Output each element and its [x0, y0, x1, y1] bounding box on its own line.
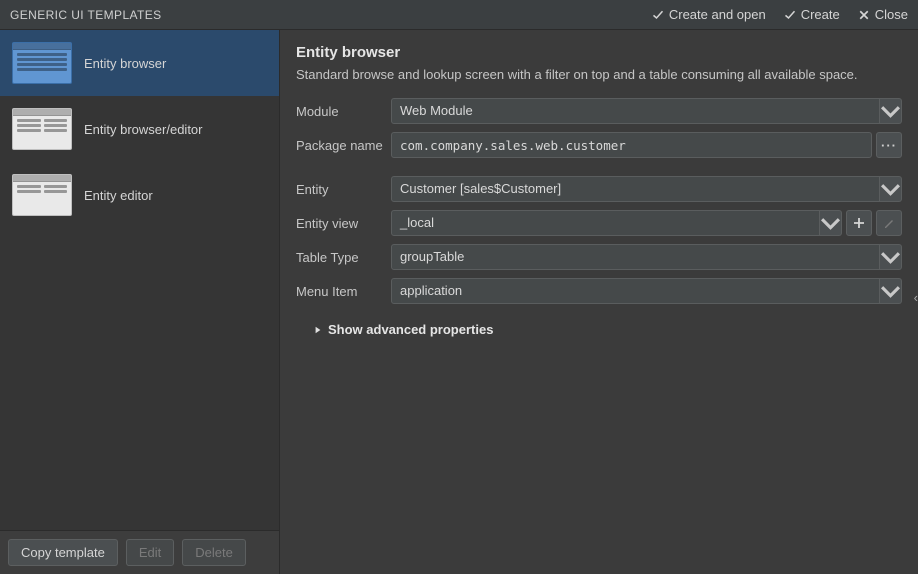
chevron-down-icon: [880, 98, 902, 124]
copy-template-button[interactable]: Copy template: [8, 539, 118, 566]
sidebar-footer: Copy template Edit Delete: [0, 530, 279, 574]
content-panel: Entity browser Standard browse and looku…: [280, 30, 918, 574]
show-advanced-toggle[interactable]: Show advanced properties: [314, 322, 902, 337]
entity-select[interactable]: Customer [sales$Customer]: [391, 176, 902, 202]
add-view-button[interactable]: [846, 210, 872, 236]
entity-label: Entity: [296, 182, 391, 197]
table-type-label: Table Type: [296, 250, 391, 265]
template-label: Entity editor: [84, 188, 153, 203]
plus-icon: [853, 217, 865, 229]
page-title: Entity browser: [296, 44, 902, 61]
entity-view-label: Entity view: [296, 216, 391, 231]
edit-template-button: Edit: [126, 539, 174, 566]
template-item-entity-browser-editor[interactable]: Entity browser/editor: [0, 96, 279, 162]
titlebar-actions: Create and open Create Close: [652, 7, 908, 22]
template-item-entity-browser[interactable]: Entity browser: [0, 30, 279, 96]
close-icon: [858, 9, 870, 21]
chevron-down-icon: [880, 176, 902, 202]
sidebar: Entity browser Entity browser/editor: [0, 30, 280, 574]
module-select[interactable]: Web Module: [391, 98, 902, 124]
titlebar-title: GENERIC UI TEMPLATES: [10, 8, 162, 22]
check-icon: [652, 9, 664, 21]
entity-view-select[interactable]: _local: [391, 210, 842, 236]
template-item-entity-editor[interactable]: Entity editor: [0, 162, 279, 228]
pencil-icon: [883, 217, 895, 229]
check-icon: [784, 9, 796, 21]
template-thumb-icon: [12, 42, 72, 84]
tool-window-collapse-icon[interactable]: ‹: [914, 290, 918, 305]
package-input[interactable]: [391, 132, 872, 158]
table-type-select[interactable]: groupTable: [391, 244, 902, 270]
create-and-open-button[interactable]: Create and open: [652, 7, 766, 22]
template-list: Entity browser Entity browser/editor: [0, 30, 279, 530]
ellipsis-icon: ···: [881, 138, 897, 153]
module-label: Module: [296, 104, 391, 119]
delete-template-button: Delete: [182, 539, 246, 566]
chevron-down-icon: [820, 210, 842, 236]
browse-button[interactable]: ···: [876, 132, 902, 158]
package-label: Package name: [296, 138, 391, 153]
menu-item-label: Menu Item: [296, 284, 391, 299]
caret-right-icon: [314, 326, 322, 334]
template-thumb-icon: [12, 174, 72, 216]
create-button[interactable]: Create: [784, 7, 840, 22]
page-description: Standard browse and lookup screen with a…: [296, 67, 902, 82]
close-button[interactable]: Close: [858, 7, 908, 22]
edit-view-button: [876, 210, 902, 236]
chevron-down-icon: [880, 244, 902, 270]
titlebar: GENERIC UI TEMPLATES Create and open Cre…: [0, 0, 918, 30]
chevron-down-icon: [880, 278, 902, 304]
template-label: Entity browser: [84, 56, 166, 71]
menu-item-select[interactable]: application: [391, 278, 902, 304]
template-label: Entity browser/editor: [84, 122, 203, 137]
template-thumb-icon: [12, 108, 72, 150]
